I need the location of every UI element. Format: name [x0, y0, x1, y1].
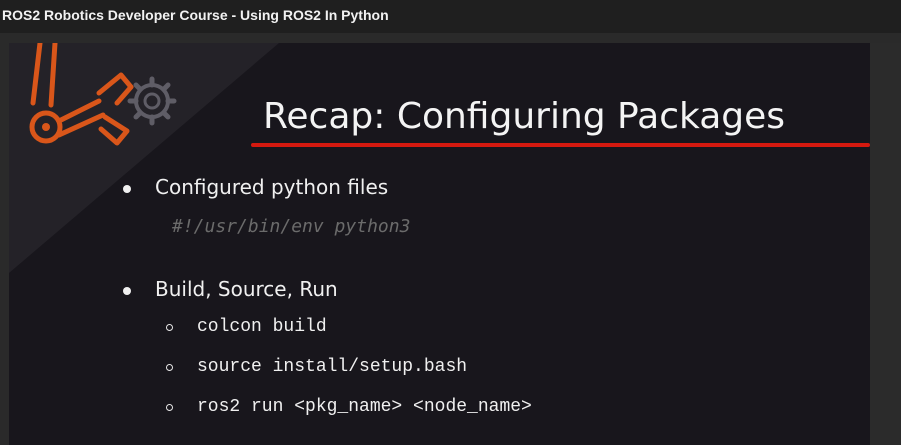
title-separator	[0, 33, 901, 43]
title-underline	[251, 143, 870, 147]
sub-bullet-circle	[166, 364, 173, 371]
diagonal-band	[9, 43, 279, 273]
bullet-build-source-run: Build, Source, Run	[155, 277, 338, 301]
sub-item-source-setup: source install/setup.bash	[197, 357, 468, 377]
window-title: ROS2 Robotics Developer Course - Using R…	[0, 0, 901, 33]
slide-title: Recap: Configuring Packages	[263, 96, 786, 137]
sub-bullet-circle	[166, 324, 173, 331]
sub-bullet-circle	[166, 404, 173, 411]
shebang-code: #!/usr/bin/env python3	[172, 216, 411, 237]
slide-content: Recap: Configuring Packages Configured p…	[9, 43, 870, 445]
bullet-dot	[123, 287, 131, 295]
bullet-dot	[123, 185, 131, 193]
sub-item-colcon-build: colcon build	[197, 317, 327, 337]
sub-item-ros2-run: ros2 run <pkg_name> <node_name>	[197, 397, 532, 417]
bullet-configured-python-files: Configured python files	[155, 175, 389, 199]
right-side-panel	[870, 43, 901, 445]
